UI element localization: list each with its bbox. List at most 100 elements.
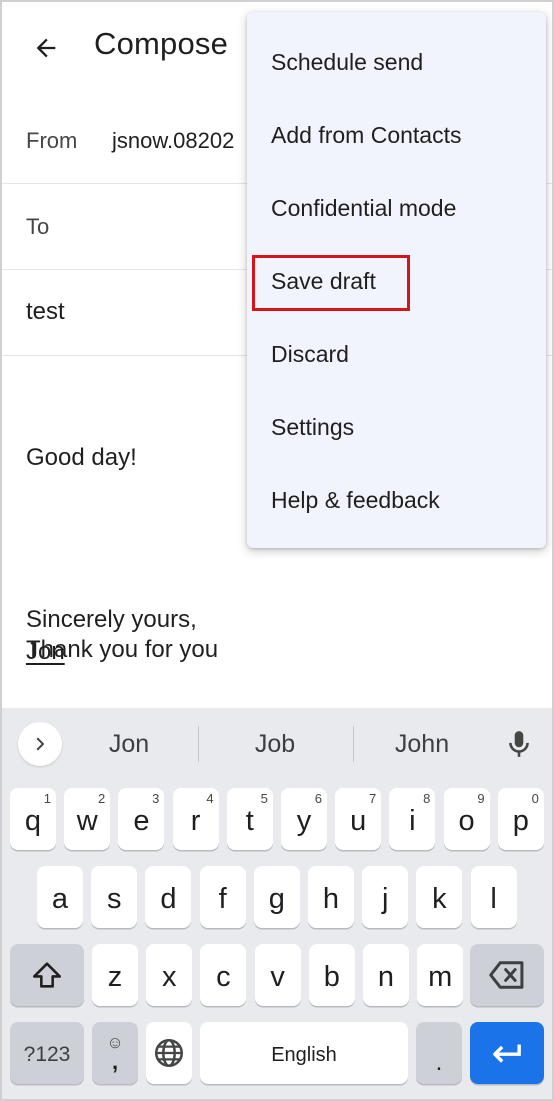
- backspace-key[interactable]: [470, 944, 544, 1006]
- key-label: v: [270, 960, 285, 993]
- back-button[interactable]: [28, 30, 64, 66]
- subject-field[interactable]: test: [26, 298, 65, 326]
- key-label: g: [268, 882, 285, 915]
- key-number-hint: 7: [368, 791, 377, 806]
- key[interactable]: n: [363, 944, 409, 1006]
- key-number-hint: 3: [152, 791, 160, 806]
- body-greeting: Good day!: [26, 444, 137, 471]
- key[interactable]: p0: [497, 788, 544, 850]
- from-value[interactable]: jsnow.08202: [112, 128, 234, 154]
- key-label: w: [76, 804, 98, 837]
- key-label: i: [409, 804, 416, 837]
- key[interactable]: j: [362, 866, 409, 928]
- key[interactable]: x: [146, 944, 193, 1006]
- to-label: To: [26, 214, 50, 239]
- key-number-hint: 2: [97, 791, 106, 806]
- key-label: a: [51, 882, 69, 915]
- body-closing: Sincerely yours,: [26, 606, 197, 633]
- key-number-hint: 8: [423, 791, 431, 806]
- key[interactable]: u7: [335, 788, 382, 850]
- enter-icon: [493, 1044, 521, 1063]
- backspace-icon: [489, 961, 524, 989]
- gmail-compose-screen: Compose From jsnow.08202 To test Good da…: [2, 2, 552, 1099]
- key-label: x: [161, 960, 177, 993]
- key-label: l: [490, 882, 497, 915]
- key[interactable]: t5: [226, 788, 273, 850]
- shift-icon: [32, 962, 62, 988]
- key[interactable]: v: [254, 944, 301, 1006]
- body-spacer: [26, 538, 218, 570]
- key[interactable]: a: [37, 866, 83, 928]
- from-label: From: [26, 128, 78, 153]
- key[interactable]: y6: [281, 788, 327, 850]
- suggestion-item[interactable]: Job: [200, 722, 350, 766]
- key-number-hint: 0: [531, 791, 539, 806]
- key-label: z: [107, 960, 123, 993]
- space-key[interactable]: English: [200, 1022, 408, 1084]
- key-label: t: [245, 804, 254, 837]
- key[interactable]: f: [199, 866, 246, 928]
- key-label: s: [106, 882, 122, 915]
- key[interactable]: b: [308, 944, 355, 1006]
- period-key-label: .: [435, 1049, 443, 1076]
- key-label: b: [323, 960, 340, 993]
- period-key[interactable]: .: [416, 1022, 462, 1084]
- key-label: o: [458, 804, 475, 837]
- key[interactable]: g: [253, 866, 300, 928]
- menu-item-help-feedback[interactable]: Help & feedback: [247, 464, 546, 537]
- key-number-hint: 1: [43, 791, 51, 806]
- voice-input-button[interactable]: [502, 726, 536, 762]
- overflow-menu: Schedule send Add from Contacts Confiden…: [247, 12, 546, 548]
- key-label: q: [24, 804, 42, 837]
- menu-item-add-from-contacts[interactable]: Add from Contacts: [247, 99, 546, 172]
- language-key[interactable]: [146, 1022, 192, 1084]
- space-key-label: English: [271, 1043, 337, 1066]
- menu-item-discard[interactable]: Discard: [247, 318, 546, 391]
- key[interactable]: l: [470, 866, 517, 928]
- emoji-comma-key[interactable]: ☺ ,: [92, 1022, 138, 1084]
- key-number-hint: 5: [260, 791, 268, 806]
- key-label: n: [377, 960, 395, 993]
- key-label: c: [216, 960, 231, 993]
- key-label: e: [133, 804, 150, 837]
- chevron-right-icon: [36, 737, 44, 751]
- arrow-left-icon: [36, 38, 56, 58]
- symbols-key[interactable]: ?123: [10, 1022, 84, 1084]
- suggestion-item[interactable]: Jon: [54, 722, 204, 766]
- on-screen-keyboard: Jon Job John q1w2e3r4t5y6u7i8o9p0 asdfgh…: [2, 708, 552, 1099]
- key[interactable]: e3: [118, 788, 165, 850]
- shift-key[interactable]: [10, 944, 84, 1006]
- key[interactable]: o9: [443, 788, 490, 850]
- key[interactable]: h: [308, 866, 354, 928]
- key[interactable]: k: [416, 866, 463, 928]
- key-label: k: [432, 882, 447, 915]
- key-label: j: [381, 882, 389, 915]
- key-label: p: [512, 804, 529, 837]
- key-label: r: [190, 804, 201, 837]
- key[interactable]: z: [92, 944, 138, 1006]
- key[interactable]: s: [91, 866, 138, 928]
- menu-item-save-draft[interactable]: Save draft: [247, 245, 546, 318]
- key-number-hint: 4: [206, 791, 214, 806]
- signature-name: Jon: [26, 638, 65, 665]
- key-number-hint: 6: [314, 791, 322, 806]
- key[interactable]: q1: [10, 788, 56, 850]
- menu-item-schedule-send[interactable]: Schedule send: [247, 26, 546, 99]
- key-label: y: [296, 804, 312, 837]
- suggestion-strip: Jon Job John: [2, 708, 552, 780]
- key[interactable]: c: [200, 944, 247, 1006]
- key[interactable]: i8: [389, 788, 436, 850]
- key[interactable]: m: [417, 944, 464, 1006]
- key[interactable]: r4: [172, 788, 219, 850]
- suggestion-item[interactable]: John: [347, 722, 497, 766]
- key[interactable]: w2: [64, 788, 111, 850]
- globe-icon: [154, 1038, 184, 1068]
- key[interactable]: d: [145, 866, 192, 928]
- key-label: u: [350, 804, 367, 837]
- key-label: f: [218, 882, 227, 915]
- enter-key[interactable]: [470, 1022, 544, 1084]
- key-number-hint: 9: [477, 791, 485, 806]
- email-signature[interactable]: Sincerely yours, Jon: [26, 604, 197, 668]
- menu-item-settings[interactable]: Settings: [247, 391, 546, 464]
- menu-item-confidential-mode[interactable]: Confidential mode: [247, 172, 546, 245]
